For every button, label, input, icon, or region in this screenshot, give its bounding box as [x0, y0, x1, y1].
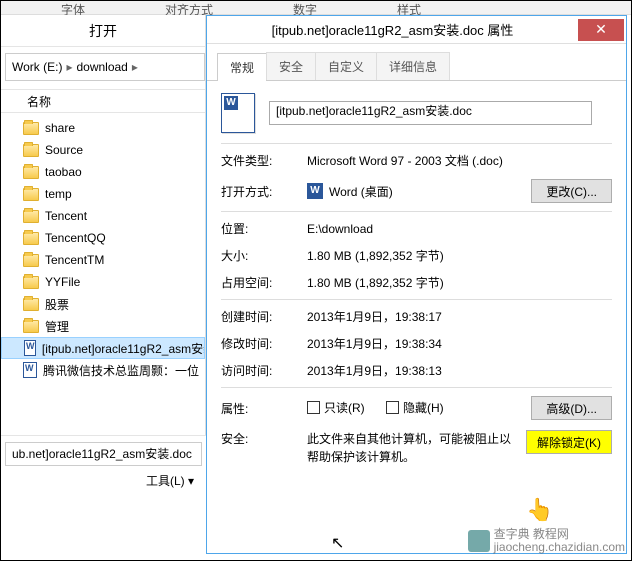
- tab-details[interactable]: 详细信息: [376, 52, 450, 80]
- folder-icon: [23, 254, 39, 267]
- open-dialog-footer: ub.net]oracle11gR2_asm安装.doc 工具(L) ▾: [1, 435, 206, 495]
- value-filetype: Microsoft Word 97 - 2003 文档 (.doc): [307, 152, 612, 169]
- list-item[interactable]: TencentQQ: [1, 227, 205, 249]
- list-item-label: Tencent: [45, 209, 87, 223]
- list-item-label: 管理: [45, 318, 69, 335]
- label-accessed: 访问时间:: [221, 362, 299, 379]
- column-header-name[interactable]: 名称: [1, 89, 205, 113]
- value-location: E:\download: [307, 222, 612, 236]
- security-message: 此文件来自其他计算机，可能被阻止以帮助保护该计算机。: [307, 430, 518, 466]
- ribbon-group-align: 对齐方式: [165, 1, 213, 14]
- readonly-checkbox[interactable]: 只读(R): [307, 399, 365, 416]
- label-attributes: 属性:: [221, 400, 299, 417]
- value-size: 1.80 MB (1,892,352 字节): [307, 247, 612, 264]
- chevron-right-icon: ▸: [66, 60, 72, 74]
- folder-icon: [23, 320, 39, 333]
- advanced-button[interactable]: 高级(D)...: [531, 396, 612, 420]
- label-location: 位置:: [221, 220, 299, 237]
- value-modified: 2013年1月9日，19:38:34: [307, 335, 612, 352]
- change-button[interactable]: 更改(C)...: [531, 179, 612, 203]
- breadcrumb-folder[interactable]: download: [76, 60, 127, 74]
- list-item[interactable]: TencentTM: [1, 249, 205, 271]
- list-item[interactable]: temp: [1, 183, 205, 205]
- attributes-checks: 只读(R) 隐藏(H): [307, 399, 523, 417]
- ribbon-group-number: 数字: [293, 1, 317, 14]
- label-modified: 修改时间:: [221, 335, 299, 352]
- list-item[interactable]: taobao: [1, 161, 205, 183]
- filename-field[interactable]: [itpub.net]oracle11gR2_asm安装.doc: [269, 101, 592, 125]
- breadcrumb[interactable]: Work (E:) ▸ download ▸: [5, 53, 205, 81]
- readonly-label: 只读(R): [324, 399, 365, 416]
- tools-dropdown[interactable]: 工具(L): [146, 474, 185, 488]
- value-accessed: 2013年1月9日，19:38:13: [307, 362, 612, 379]
- tab-general[interactable]: 常规: [217, 53, 267, 81]
- folder-icon: [23, 122, 39, 135]
- hidden-checkbox[interactable]: 隐藏(H): [386, 399, 444, 416]
- word-doc-icon: [24, 340, 36, 356]
- word-doc-icon: [23, 362, 37, 378]
- list-item[interactable]: 管理: [1, 315, 205, 337]
- file-list: share Source taobao temp Tencent Tencent…: [1, 113, 205, 385]
- ribbon-group-font: 字体: [61, 1, 85, 14]
- list-item[interactable]: YYFile: [1, 271, 205, 293]
- list-item-label: TencentTM: [45, 253, 104, 267]
- tab-bar: 常规 安全 自定义 详细信息: [207, 44, 626, 81]
- watermark-icon: [468, 530, 490, 552]
- list-item-label: [itpub.net]oracle11gR2_asm安装.doc: [42, 340, 204, 357]
- breadcrumb-drive[interactable]: Work (E:): [12, 60, 62, 74]
- folder-icon: [23, 166, 39, 179]
- list-item-label: taobao: [45, 165, 82, 179]
- open-dialog-title: 打开: [1, 15, 205, 47]
- checkbox-icon: [307, 401, 320, 414]
- value-openwith: W Word (桌面): [307, 183, 523, 200]
- filename-input[interactable]: ub.net]oracle11gR2_asm安装.doc: [5, 442, 202, 466]
- label-security: 安全:: [221, 430, 299, 447]
- close-button[interactable]: ✕: [578, 19, 624, 41]
- label-openwith: 打开方式:: [221, 183, 299, 200]
- watermark: 查字典 教程网jiaocheng.chazidian.com: [468, 528, 625, 554]
- label-size: 大小:: [221, 247, 299, 264]
- folder-icon: [23, 232, 39, 245]
- list-item-label: YYFile: [45, 275, 80, 289]
- label-created: 创建时间:: [221, 308, 299, 325]
- unlock-button[interactable]: 解除锁定(K): [526, 430, 612, 454]
- folder-icon: [23, 276, 39, 289]
- label-ondisk: 占用空间:: [221, 274, 299, 291]
- tab-security[interactable]: 安全: [266, 52, 316, 80]
- folder-icon: [23, 144, 39, 157]
- list-item-label: 股票: [45, 296, 69, 313]
- ribbon-group-style: 样式: [397, 1, 421, 14]
- list-item-label: temp: [45, 187, 72, 201]
- value-ondisk: 1.80 MB (1,892,352 字节): [307, 274, 612, 291]
- list-item[interactable]: Tencent: [1, 205, 205, 227]
- hidden-label: 隐藏(H): [403, 399, 444, 416]
- open-dialog: 打开 Work (E:) ▸ download ▸ 名称 share Sourc…: [1, 15, 206, 435]
- list-item[interactable]: 股票: [1, 293, 205, 315]
- folder-icon: [23, 210, 39, 223]
- watermark-url: jiaocheng.chazidian.com: [494, 541, 625, 554]
- folder-icon: [23, 298, 39, 311]
- list-item[interactable]: 腾讯微信技术总监周颢：一位: [1, 359, 205, 381]
- list-item-label: 腾讯微信技术总监周颢：一位: [43, 362, 199, 379]
- dialog-title: [itpub.net]oracle11gR2_asm安装.doc 属性: [207, 20, 578, 39]
- list-item-selected[interactable]: [itpub.net]oracle11gR2_asm安装.doc: [1, 337, 205, 359]
- list-item[interactable]: Source: [1, 139, 205, 161]
- chevron-right-icon: ▸: [132, 60, 138, 74]
- value-created: 2013年1月9日，19:38:17: [307, 308, 612, 325]
- openwith-text: Word (桌面): [329, 183, 393, 200]
- properties-dialog: [itpub.net]oracle11gR2_asm安装.doc 属性 ✕ 常规…: [206, 15, 627, 554]
- file-type-icon: [221, 93, 255, 133]
- list-item-label: TencentQQ: [45, 231, 106, 245]
- list-item[interactable]: share: [1, 117, 205, 139]
- list-item-label: Source: [45, 143, 83, 157]
- checkbox-icon: [386, 401, 399, 414]
- word-app-icon: W: [307, 183, 323, 199]
- folder-icon: [23, 188, 39, 201]
- label-filetype: 文件类型:: [221, 152, 299, 169]
- watermark-site: 查字典 教程网: [494, 528, 625, 541]
- tab-custom[interactable]: 自定义: [315, 52, 377, 80]
- list-item-label: share: [45, 121, 75, 135]
